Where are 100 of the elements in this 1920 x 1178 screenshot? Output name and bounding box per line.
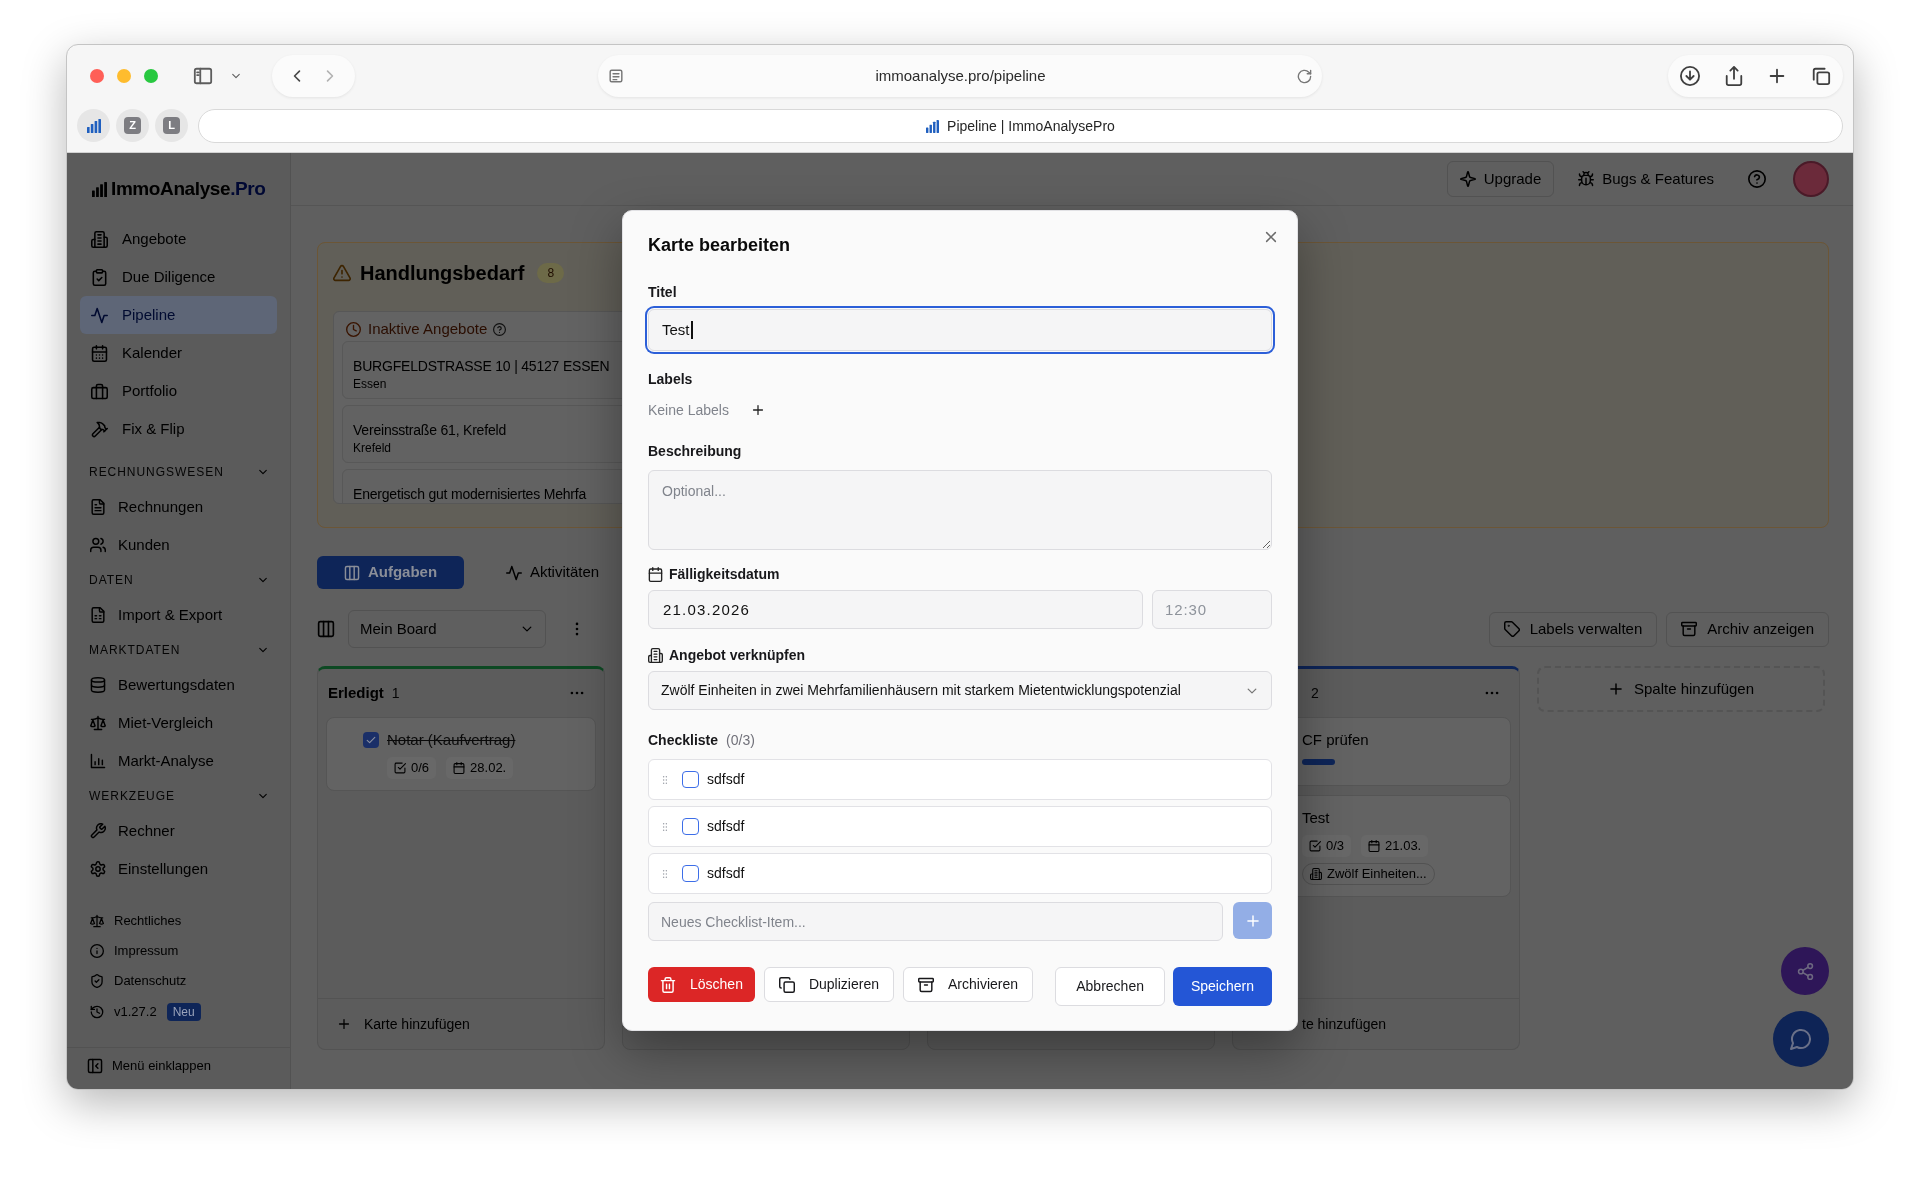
no-labels-text: Keine Labels [648, 400, 729, 420]
page-icon[interactable] [608, 68, 624, 84]
nav-item[interactable]: Rechner [80, 812, 277, 850]
due-date-text: 28.02. [470, 759, 507, 778]
offer-title: BURGFELDSTRASSE 10 | 45127 ESSEN [353, 357, 610, 376]
dialog-button[interactable]: Löschen [648, 967, 755, 1002]
pinned-tab[interactable] [77, 109, 110, 142]
header-button[interactable]: Bugs & Features [1570, 161, 1722, 197]
checklist-count: 0/6 [411, 759, 430, 778]
avatar[interactable] [1793, 161, 1829, 197]
warning-icon [333, 264, 351, 282]
bar-chart-icon [926, 119, 940, 133]
view-tab[interactable]: Aktivitäten [479, 556, 626, 589]
toolbar-button[interactable]: Labels verwalten [1488, 611, 1658, 647]
offer-title: Energetisch gut modernisiertes Mehrfa [353, 485, 587, 503]
board-columns-icon[interactable] [317, 620, 335, 638]
nav-item[interactable]: Due Diligence [80, 258, 277, 296]
footer-link[interactable]: Rechtliches [90, 906, 290, 936]
nav-item[interactable]: Fix & Flip [80, 410, 277, 448]
section-header[interactable]: RECHNUNGSWESEN [80, 460, 277, 484]
building-icon [648, 647, 663, 663]
checkbox[interactable] [363, 732, 379, 748]
toolbar-button[interactable]: Archiv anzeigen [1666, 611, 1829, 647]
pulse-icon [91, 306, 108, 324]
history-icon [90, 1005, 104, 1019]
pinned-tab[interactable]: Z [116, 109, 149, 142]
header-button[interactable]: Upgrade [1446, 161, 1555, 197]
close-icon[interactable] [1263, 229, 1279, 245]
help-icon[interactable] [493, 322, 507, 336]
close-window-button[interactable] [90, 69, 104, 83]
scale-icon [90, 715, 106, 731]
new-badge: Neu [166, 1003, 201, 1021]
nav-item[interactable]: Bewertungsdaten [80, 666, 277, 704]
reload-icon[interactable] [1297, 68, 1312, 84]
task-card[interactable]: Notar (Kaufvertrag) 0/6 28.02. [326, 717, 596, 791]
section-header[interactable]: DATEN [80, 568, 277, 592]
pinned-tab[interactable]: L [155, 109, 188, 142]
offer-select[interactable]: Zwölf Einheiten in zwei Mehrfamilienhäusern mit starkem Mietentwicklungspotenzial [648, 671, 1272, 710]
view-tab[interactable]: Aufgaben [317, 556, 464, 589]
maximize-window-button[interactable] [144, 69, 158, 83]
dialog-button[interactable]: Archivieren [903, 967, 1033, 1002]
add-column-button[interactable]: Spalte hinzufügen [1537, 666, 1825, 712]
add-card-button[interactable]: te hinzufügen [1302, 1013, 1387, 1035]
url-text: immoanalyse.pro/pipeline [874, 65, 1047, 86]
nav-item[interactable]: Pipeline [80, 296, 277, 334]
description-field[interactable]: Optional... [648, 470, 1272, 550]
nav-item[interactable]: Rechnungen [80, 488, 277, 526]
plus-icon [1244, 912, 1261, 929]
checkbox[interactable] [682, 818, 699, 835]
checklist-count-text: (0/3) [726, 730, 755, 750]
tabs-icon[interactable] [1810, 66, 1831, 86]
board-select[interactable]: Mein Board [348, 610, 546, 648]
checklist-item-text: sdfsdf [707, 817, 745, 836]
panel-title: Handlungsbedarf [360, 261, 525, 286]
checkbox[interactable] [682, 865, 699, 882]
add-card-button[interactable]: Karte hinzufügen [337, 1013, 470, 1035]
footer-link[interactable]: Impressum [90, 936, 290, 966]
address-bar[interactable]: immoanalyse.pro/pipeline [598, 55, 1322, 97]
card-title: Notar (Kaufvertrag) [387, 729, 516, 750]
settings-icon [90, 861, 106, 877]
date-field[interactable]: 21.03.2026 [648, 590, 1143, 629]
checkbox[interactable] [682, 771, 699, 788]
archive-icon [1681, 621, 1698, 637]
new-checklist-item-field[interactable]: Neues Checklist-Item... [648, 902, 1223, 941]
calendar-icon [1368, 840, 1381, 852]
plus-icon[interactable] [750, 403, 765, 417]
nav-item[interactable]: Angebote [80, 220, 277, 258]
nav-item[interactable]: Kunden [80, 526, 277, 564]
offer-location: Essen [353, 376, 387, 392]
nav-item[interactable]: Import & Export [80, 596, 277, 634]
nav-item[interactable]: Kalender [80, 334, 277, 372]
column-count: 1 [391, 683, 400, 703]
pulse-icon [505, 564, 522, 581]
nav-item[interactable]: Einstellungen [80, 850, 277, 888]
text-cursor-icon [690, 321, 693, 339]
footer-link[interactable]: Datenschutz [90, 966, 290, 996]
clock-icon [346, 321, 361, 337]
nav-item[interactable]: Markt-Analyse [80, 742, 277, 780]
info-icon [90, 944, 104, 958]
tag-icon [1503, 621, 1520, 637]
help-icon[interactable] [1748, 170, 1766, 188]
section-header[interactable]: MARKTDATEN [80, 638, 277, 662]
collapse-menu-button[interactable]: Menü einklappen [67, 1047, 290, 1089]
nav-item[interactable]: Portfolio [80, 372, 277, 410]
title-input[interactable]: Test [648, 309, 1272, 351]
dialog-button[interactable]: Speichern [1172, 967, 1272, 1006]
time-field[interactable]: 12:30 [1152, 590, 1272, 629]
shield-check-icon [90, 974, 104, 988]
logo-text: ImmoAnalyse.Pro [111, 177, 266, 201]
browser-tab[interactable]: Pipeline | ImmoAnalysePro [198, 109, 1843, 143]
copy-icon [778, 976, 795, 993]
bar-chart-icon [90, 753, 106, 769]
nav-item[interactable]: Miet-Vergleich [80, 704, 277, 742]
share-icon[interactable] [1723, 66, 1744, 86]
dialog-button[interactable]: Abbrechen [1055, 967, 1165, 1006]
logo-icon [92, 182, 107, 197]
sidebar-icon[interactable] [193, 66, 213, 86]
download-icon[interactable] [1680, 66, 1700, 86]
section-header[interactable]: WERKZEUGE [80, 784, 277, 808]
dialog-button[interactable]: Duplizieren [763, 967, 894, 1002]
